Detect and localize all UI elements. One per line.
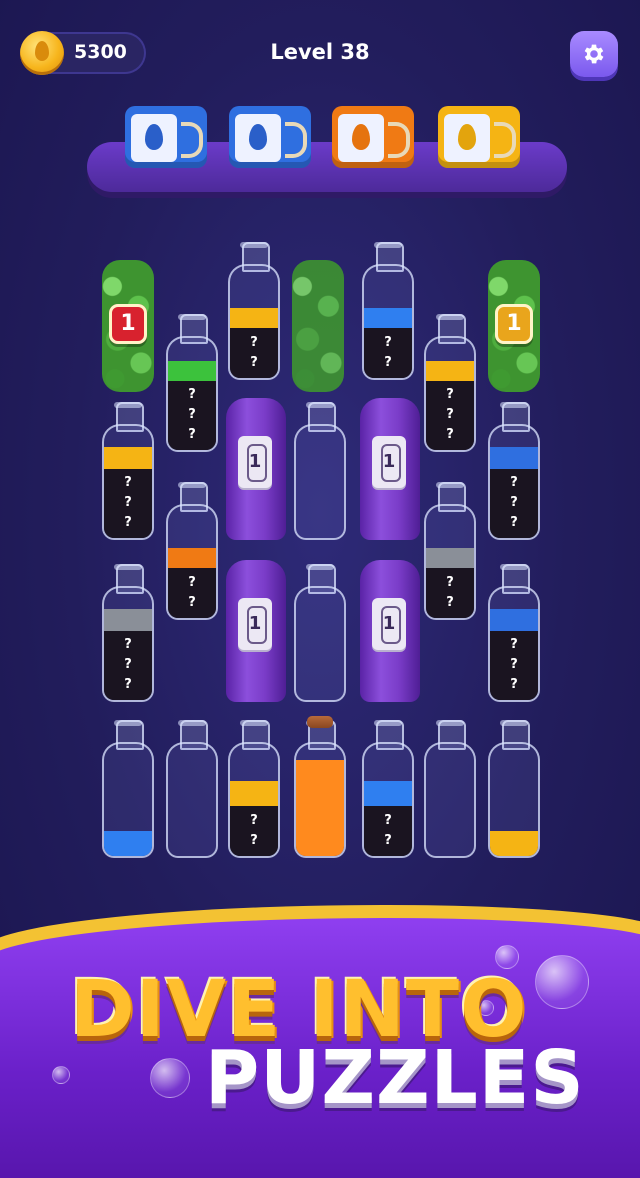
unknown-layer-mark: ? [188, 387, 196, 402]
bottle[interactable] [294, 402, 346, 540]
unknown-layer-mark: ? [446, 575, 454, 590]
liquid-layer [490, 831, 538, 856]
unknown-layer-mark: ? [384, 335, 392, 350]
bottle[interactable] [488, 720, 540, 858]
unknown-layer-mark: ? [124, 475, 132, 490]
unknown-layer-mark: ? [188, 427, 196, 442]
bottle-tag: 1 [372, 598, 406, 650]
bottle[interactable] [424, 720, 476, 858]
gear-icon [584, 44, 604, 64]
unknown-layer-mark: ? [124, 515, 132, 530]
unknown-layer-mark: ? [510, 495, 518, 510]
drop-icon [352, 124, 370, 150]
liquid-layer [230, 308, 278, 328]
lock-count-badge: 1 [109, 304, 147, 344]
cloth-covered-bottle[interactable]: 1 [360, 398, 420, 540]
color-box [125, 106, 207, 168]
bottle[interactable]: ??? [488, 564, 540, 702]
bottle[interactable]: ??? [102, 402, 154, 540]
unknown-layer-mark: ? [510, 475, 518, 490]
cloth-covered-bottle[interactable]: 1 [360, 560, 420, 702]
drop-icon [145, 124, 163, 150]
cloth-covered-bottle[interactable]: 1 [226, 560, 286, 702]
rope-handle [494, 122, 516, 158]
rope-handle [181, 122, 203, 158]
unknown-layer-mark: ? [188, 407, 196, 422]
bottle[interactable]: ?? [228, 720, 280, 858]
cloth-covered-bottle[interactable]: 1 [226, 398, 286, 540]
liquid-layer [490, 609, 538, 631]
unknown-layer-mark: ? [446, 595, 454, 610]
unknown-layer-mark: ? [446, 427, 454, 442]
leaf-unlocking-bottle[interactable] [292, 260, 344, 392]
liquid-layer [104, 831, 152, 856]
bottle[interactable]: ?? [166, 482, 218, 620]
color-box [332, 106, 414, 168]
leaf-locked-bottle[interactable]: 1 [102, 260, 154, 392]
bottle[interactable]: ?? [362, 242, 414, 380]
level-title: Level 38 [270, 40, 370, 64]
rope-handle [388, 122, 410, 158]
bottle[interactable] [102, 720, 154, 858]
leaf-locked-bottle[interactable]: 1 [488, 260, 540, 392]
unknown-layer-mark: ? [250, 335, 258, 350]
liquid-layer [364, 781, 412, 806]
unknown-layer-mark: ? [446, 407, 454, 422]
liquid-layer [230, 781, 278, 806]
bottle[interactable]: ?? [228, 242, 280, 380]
bottle[interactable] [294, 564, 346, 702]
rope-handle [285, 122, 307, 158]
unknown-layer-mark: ? [510, 677, 518, 692]
unknown-layer-mark: ? [446, 387, 454, 402]
bottle[interactable]: ?? [424, 482, 476, 620]
bottle[interactable] [166, 720, 218, 858]
bottle-tag: 1 [372, 436, 406, 488]
unknown-layer-mark: ? [250, 813, 258, 828]
bubble-decoration [150, 1058, 190, 1098]
color-box [229, 106, 311, 168]
unknown-layer-mark: ? [250, 833, 258, 848]
bottle[interactable]: ??? [424, 314, 476, 452]
unknown-layer-mark: ? [384, 813, 392, 828]
liquid-layer [364, 308, 412, 328]
unknown-layer-mark: ? [124, 657, 132, 672]
unknown-layer-mark: ? [510, 637, 518, 652]
bottle[interactable]: ??? [102, 564, 154, 702]
settings-button[interactable] [570, 31, 618, 77]
bottle[interactable] [294, 716, 346, 858]
unknown-layer-mark: ? [510, 657, 518, 672]
bottle[interactable]: ??? [166, 314, 218, 452]
unknown-layer-mark: ? [188, 595, 196, 610]
unknown-layer-mark: ? [384, 833, 392, 848]
bottle[interactable]: ?? [362, 720, 414, 858]
color-box [438, 106, 520, 168]
bubble-decoration [535, 955, 589, 1009]
bubble-decoration [52, 1066, 70, 1084]
unknown-layer-mark: ? [250, 355, 258, 370]
liquid-layer [104, 447, 152, 469]
liquid-layer [296, 760, 344, 856]
liquid-layer [426, 548, 474, 568]
bottle-tag: 1 [238, 598, 272, 650]
unknown-layer-mark: ? [124, 637, 132, 652]
liquid-layer [104, 609, 152, 631]
liquid-layer [426, 361, 474, 381]
unknown-layer-mark: ? [510, 515, 518, 530]
bottle[interactable]: ??? [488, 402, 540, 540]
liquid-layer [168, 361, 216, 381]
cork-icon [307, 716, 333, 728]
unknown-layer-mark: ? [384, 355, 392, 370]
liquid-layer [168, 548, 216, 568]
banner-headline-line2: PUZZLES [205, 1035, 585, 1121]
drop-icon [458, 124, 476, 150]
liquid-layer [490, 447, 538, 469]
unknown-layer-mark: ? [124, 677, 132, 692]
bottle-tag: 1 [238, 436, 272, 488]
unknown-layer-mark: ? [188, 575, 196, 590]
unknown-layer-mark: ? [124, 495, 132, 510]
lock-count-badge: 1 [495, 304, 533, 344]
drop-icon [249, 124, 267, 150]
